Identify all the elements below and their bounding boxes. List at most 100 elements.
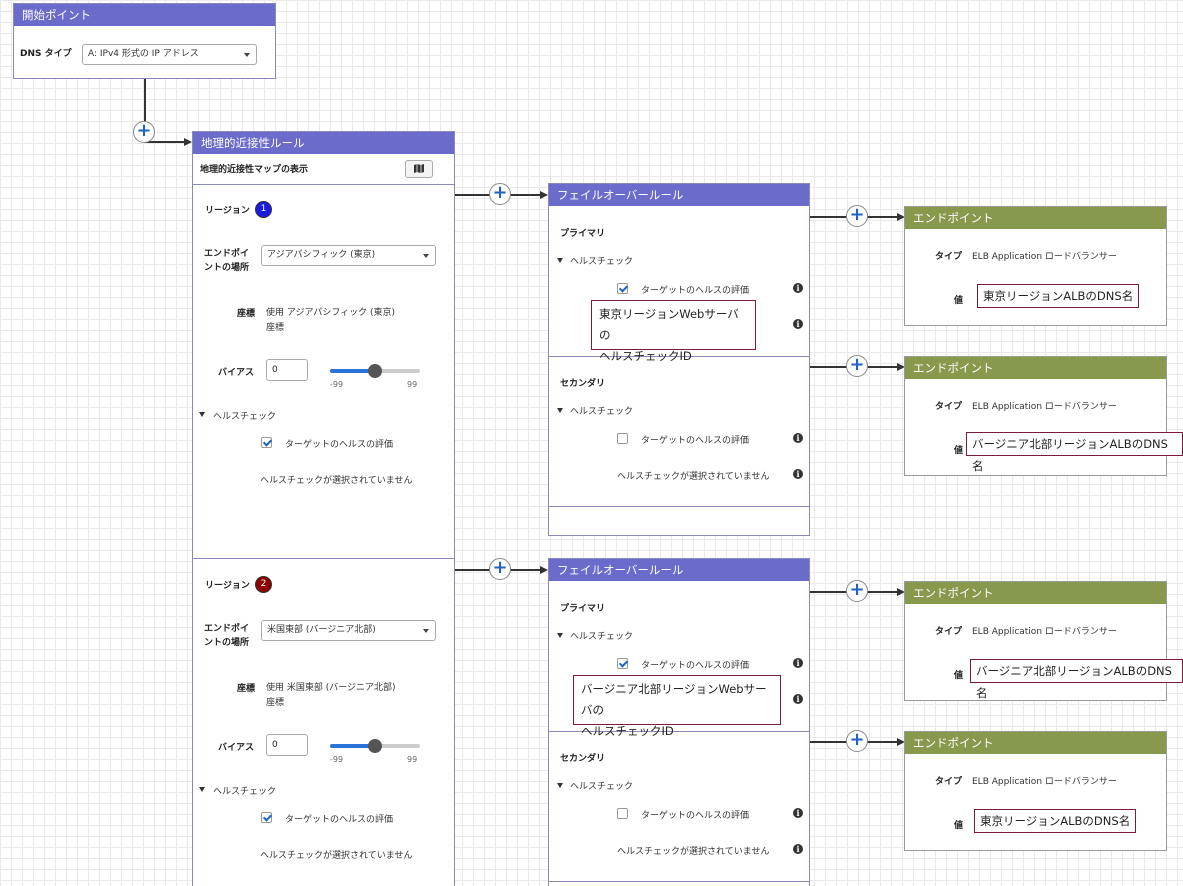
failover-2-primary-health-toggle[interactable]: ヘルスチェック <box>570 629 633 642</box>
failover-1-secondary-eval-checkbox[interactable] <box>617 433 628 444</box>
failover-2-secondary-label: セカンダリ <box>560 754 606 764</box>
expand-triangle-icon[interactable] <box>557 258 563 263</box>
failover-2-secondary-eval-checkbox[interactable] <box>617 808 628 819</box>
region-2-eval-checkbox[interactable] <box>261 812 272 823</box>
add-rule-plus-icon[interactable]: + <box>846 730 868 752</box>
region-1-badge: 1 <box>255 201 272 218</box>
region-2-coords-label: 座標 <box>237 684 256 694</box>
region-1-bias-slider-thumb[interactable] <box>368 364 382 378</box>
arrow-icon <box>540 190 548 199</box>
endpoint-1-type-value: ELB Application ロードバランサー <box>972 252 1117 262</box>
info-icon[interactable]: i <box>793 433 803 443</box>
dns-type-select[interactable]: A: IPv4 形式の IP アドレス <box>82 44 257 65</box>
region-2-no-health: ヘルスチェックが選択されていません <box>260 851 413 861</box>
add-rule-plus-icon[interactable]: + <box>133 121 155 143</box>
add-rule-plus-icon[interactable]: + <box>846 355 868 377</box>
info-icon[interactable]: i <box>793 694 803 704</box>
failover-2-secondary-health-toggle[interactable]: ヘルスチェック <box>570 779 633 792</box>
region-1-slider-max: 99 <box>407 380 418 389</box>
expand-triangle-icon[interactable] <box>199 787 205 792</box>
endpoint-3-title: エンドポイント <box>905 582 1166 604</box>
dns-type-label: DNS タイプ <box>20 49 72 59</box>
failover-2-secondary-eval-label: ターゲットのヘルスの評価 <box>641 811 750 821</box>
expand-triangle-icon[interactable] <box>557 783 563 788</box>
failover-2-primary-eval-checkbox[interactable] <box>617 658 628 669</box>
endpoint-panel-2: エンドポイント タイプ ELB Application ロードバランサー 値 <box>904 356 1167 476</box>
endpoint-4-value: 東京リージョンALBのDNS名 <box>974 809 1137 833</box>
info-icon[interactable]: i <box>793 283 803 293</box>
failover-1-primary-eval-checkbox[interactable] <box>617 283 628 294</box>
failover-1-primary-annotation: 東京リージョンWebサーバの ヘルスチェックID <box>591 300 756 363</box>
region-2-bias-label: バイアス <box>218 743 255 753</box>
info-icon[interactable]: i <box>793 658 803 668</box>
start-point-title: 開始ポイント <box>14 4 275 26</box>
expand-triangle-icon[interactable] <box>199 412 205 417</box>
geo-map-label: 地理的近接性マップの表示 <box>200 165 309 175</box>
endpoint-3-value: バージニア北部リージョンALBのDNS名 <box>970 659 1183 700</box>
region-2-bias-slider-thumb[interactable] <box>368 739 382 753</box>
failover-2-title: フェイルオーバールール <box>549 559 809 581</box>
endpoint-4-title: エンドポイント <box>905 732 1166 754</box>
endpoint-3-value-label: 値 <box>954 671 964 681</box>
endpoint-panel-4: エンドポイント タイプ ELB Application ロードバランサー 値 <box>904 731 1167 851</box>
add-rule-plus-icon[interactable]: + <box>846 205 868 227</box>
info-icon[interactable]: i <box>793 808 803 818</box>
region-1-slider-min: -99 <box>330 380 344 389</box>
region-1-label: リージョン <box>205 206 250 216</box>
chevron-down-icon <box>423 254 429 258</box>
region-2-bias-input[interactable]: 0 <box>266 734 308 756</box>
failover-1-primary-eval-label: ターゲットのヘルスの評価 <box>641 286 750 296</box>
info-icon[interactable]: i <box>793 844 803 854</box>
endpoint-panel-3: エンドポイント タイプ ELB Application ロードバランサー 値 <box>904 581 1167 701</box>
endpoint-1-value: 東京リージョンALBのDNS名 <box>977 284 1140 308</box>
info-icon[interactable]: i <box>793 319 803 329</box>
endpoint-2-type-value: ELB Application ロードバランサー <box>972 402 1117 412</box>
failover-1-primary-health-toggle[interactable]: ヘルスチェック <box>570 254 633 267</box>
failover-1-secondary-health-toggle[interactable]: ヘルスチェック <box>570 404 633 417</box>
region-2-endpoint-location-label: エンドポイ ントの場所 <box>204 624 250 648</box>
endpoint-2-value-label: 値 <box>954 446 964 456</box>
failover-1-bottom-divider <box>549 506 809 507</box>
region-2-coords-value: 使用 米国東部 (バージニア北部) 座標 <box>266 683 396 708</box>
connector-line <box>145 141 185 143</box>
failover-1-title: フェイルオーバールール <box>549 184 809 206</box>
geo-proximity-title: 地理的近接性ルール <box>193 132 454 154</box>
region-1-no-health: ヘルスチェックが選択されていません <box>260 476 413 486</box>
expand-triangle-icon[interactable] <box>557 633 563 638</box>
region-2-health-toggle[interactable]: ヘルスチェック <box>213 784 276 797</box>
region-divider <box>193 558 454 559</box>
add-rule-plus-icon[interactable]: + <box>489 183 511 205</box>
region-1-coords-value: 使用 アジアパシフィック (東京) 座標 <box>266 308 396 333</box>
region-2-slider-min: -99 <box>330 755 344 764</box>
region-1-endpoint-location-label: エンドポイ ントの場所 <box>204 249 250 273</box>
dns-type-value: A: IPv4 形式の IP アドレス <box>88 49 199 59</box>
region-1-location-select[interactable]: アジアパシフィック (東京) <box>261 245 436 266</box>
arrow-icon <box>540 565 548 574</box>
show-map-button[interactable] <box>405 160 433 178</box>
failover-1-secondary-label: セカンダリ <box>560 379 606 389</box>
region-1-eval-label: ターゲットのヘルスの評価 <box>285 440 394 450</box>
add-rule-plus-icon[interactable]: + <box>846 580 868 602</box>
region-2-badge: 2 <box>255 576 272 593</box>
region-1-eval-checkbox[interactable] <box>261 437 272 448</box>
endpoint-1-value-label: 値 <box>954 296 964 306</box>
region-1-health-toggle[interactable]: ヘルスチェック <box>213 409 276 422</box>
add-rule-plus-icon[interactable]: + <box>489 558 511 580</box>
endpoint-panel-1: エンドポイント タイプ ELB Application ロードバランサー 値 <box>904 206 1167 326</box>
region-2-location-select[interactable]: 米国東部 (バージニア北部) <box>261 620 436 641</box>
expand-triangle-icon[interactable] <box>557 408 563 413</box>
chevron-down-icon <box>244 53 250 57</box>
endpoint-2-type-label: タイプ <box>935 402 963 412</box>
region-1-bias-label: バイアス <box>218 368 255 378</box>
region-2-label: リージョン <box>205 581 250 591</box>
endpoint-1-type-label: タイプ <box>935 252 963 262</box>
arrow-icon <box>184 137 192 146</box>
map-icon <box>414 164 424 173</box>
failover-2-secondary-no-health: ヘルスチェックが選択されていません <box>617 847 770 857</box>
failover-1-secondary-no-health: ヘルスチェックが選択されていません <box>617 472 770 482</box>
endpoint-4-value-label: 値 <box>954 821 964 831</box>
info-icon[interactable]: i <box>793 469 803 479</box>
endpoint-2-value: バージニア北部リージョンALBのDNS名 <box>966 432 1183 473</box>
region-1-bias-input[interactable]: 0 <box>266 359 308 381</box>
failover-1-primary-label: プライマリ <box>560 229 606 239</box>
